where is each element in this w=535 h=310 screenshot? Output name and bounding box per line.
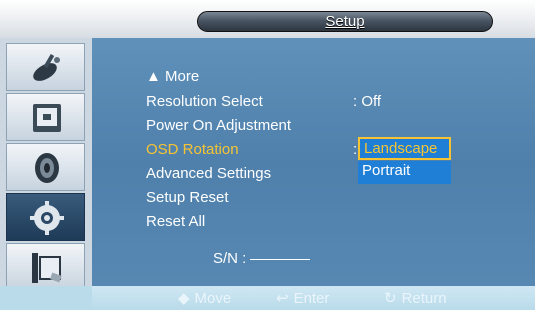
picture-icon bbox=[33, 53, 60, 81]
menu-item-osd-rotation[interactable]: OSD Rotation bbox=[146, 140, 239, 159]
sidebar bbox=[0, 38, 92, 291]
hint-return: ↻ Return bbox=[384, 289, 447, 307]
sidebar-item-sound[interactable] bbox=[6, 143, 85, 191]
osd-rotation-dropdown: Landscape Portrait bbox=[358, 137, 451, 185]
serial-value-line bbox=[250, 258, 311, 260]
sidebar-item-multi-control[interactable] bbox=[6, 243, 85, 291]
page-title: Setup bbox=[325, 13, 365, 30]
serial-label: S/N : bbox=[213, 250, 247, 267]
menu-item-resolution-select[interactable]: Resolution Select bbox=[146, 92, 263, 111]
enter-icon: ↩ bbox=[276, 290, 289, 307]
option-portrait[interactable]: Portrait bbox=[358, 161, 451, 184]
up-down-icon: ◆ bbox=[178, 290, 190, 307]
multi-screen-icon bbox=[32, 253, 62, 283]
gear-icon bbox=[30, 201, 64, 235]
osd-menu: Setup ▲ More Resolution Select: Off Pow… bbox=[0, 0, 535, 310]
sidebar-item-monitor[interactable] bbox=[6, 93, 85, 141]
return-icon: ↻ bbox=[384, 290, 397, 307]
footer-left-block bbox=[0, 286, 92, 310]
footer: ◆ Move ↩ Enter ↻ Return bbox=[0, 286, 535, 310]
hint-return-label: Return bbox=[401, 290, 447, 307]
menu-item-setup-reset[interactable]: Setup Reset bbox=[146, 188, 229, 207]
hint-enter-label: Enter bbox=[293, 290, 330, 307]
resolution-select-value: : Off bbox=[353, 93, 382, 110]
menu-item-advanced-settings[interactable]: Advanced Settings bbox=[146, 164, 271, 183]
more-item[interactable]: ▲ More bbox=[146, 67, 199, 86]
speaker-icon bbox=[35, 153, 59, 183]
sidebar-item-picture[interactable] bbox=[6, 43, 85, 91]
title-pill: Setup bbox=[197, 11, 493, 32]
hint-move: ◆ Move bbox=[178, 289, 231, 307]
sidebar-item-setup[interactable] bbox=[6, 193, 85, 241]
hint-move-label: Move bbox=[194, 290, 232, 307]
osd-rotation-colon: : bbox=[353, 141, 358, 158]
menu-item-reset-all[interactable]: Reset All bbox=[146, 212, 205, 231]
title-bar: Setup bbox=[0, 0, 535, 38]
menu-item-power-on-adjustment[interactable]: Power On Adjustment bbox=[146, 116, 291, 135]
hint-enter: ↩ Enter bbox=[276, 289, 329, 307]
option-landscape[interactable]: Landscape bbox=[358, 137, 451, 160]
serial-number: S/N : bbox=[213, 250, 311, 267]
monitor-icon bbox=[33, 104, 61, 132]
